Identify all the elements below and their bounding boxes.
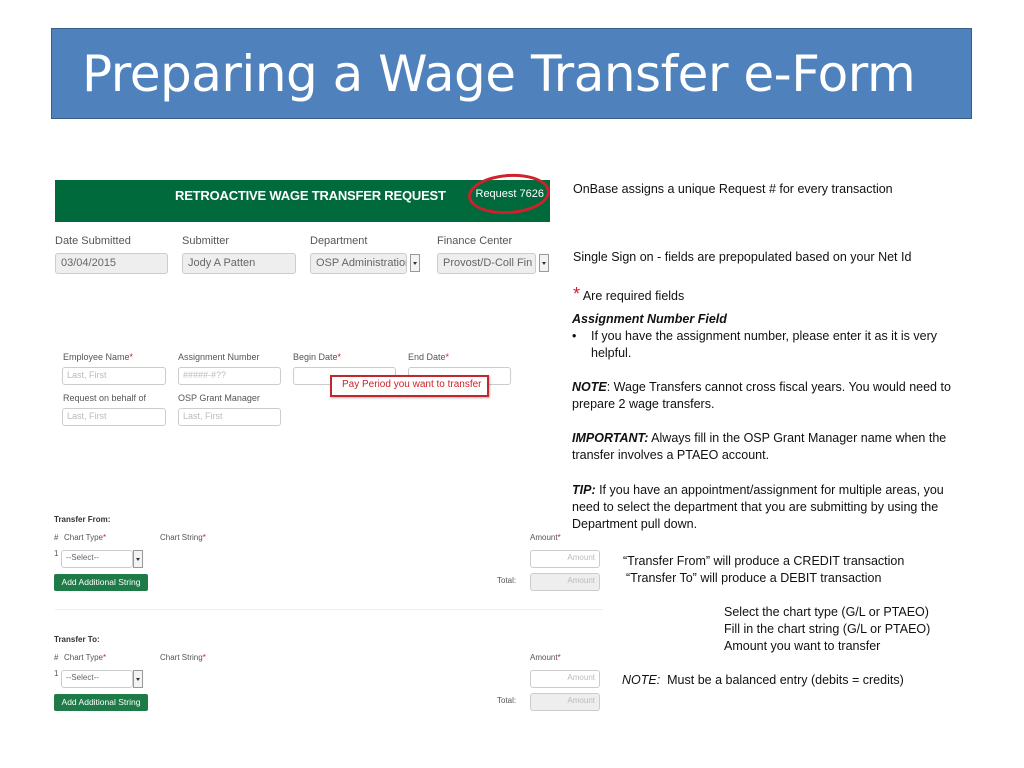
- transfer-from-heading: Transfer From:: [54, 515, 111, 524]
- step-item: Select the chart type (G/L or PTAEO): [724, 605, 929, 619]
- transfer-from-row-num: 1: [54, 549, 59, 558]
- transfer-to-amount-input[interactable]: Amount: [530, 670, 600, 688]
- transfer-from-col-chart-type: Chart Type*: [64, 533, 107, 542]
- submitter-field[interactable]: Jody A Patten: [182, 253, 296, 274]
- step-item: Amount you want to transfer: [724, 639, 881, 653]
- assignment-heading: Assignment Number Field: [572, 312, 727, 326]
- note-transfer-to: “Transfer To” will produce a DEBIT trans…: [626, 571, 882, 585]
- date-submitted-field[interactable]: 03/04/2015: [55, 253, 168, 274]
- finance-center-dropdown-icon[interactable]: [539, 254, 549, 272]
- employee-name-label: Employee Name*: [63, 352, 134, 362]
- transfer-to-heading: Transfer To:: [54, 635, 100, 644]
- note-fiscal-years: NOTE: Wage Transfers cannot cross fiscal…: [572, 380, 951, 411]
- transfer-from-col-chart-string: Chart String*: [160, 533, 206, 542]
- finance-center-label: Finance Center: [437, 235, 513, 247]
- transfer-to-chart-type-dropdown-icon[interactable]: [133, 670, 143, 688]
- transfer-to-col-num: #: [54, 653, 59, 662]
- submitter-label: Submitter: [182, 235, 230, 247]
- employee-name-input[interactable]: Last, First: [62, 367, 166, 385]
- date-submitted-label: Date Submitted: [55, 235, 131, 247]
- department-select[interactable]: OSP Administration: [310, 253, 407, 274]
- transfer-to-col-amount: Amount*: [530, 653, 561, 662]
- note-important: IMPORTANT: Always fill in the OSP Grant …: [572, 431, 947, 462]
- department-dropdown-icon[interactable]: [410, 254, 420, 272]
- transfer-from-chart-type-dropdown-icon[interactable]: [133, 550, 143, 568]
- end-date-label: End Date*: [408, 352, 450, 362]
- osp-grant-manager-label: OSP Grant Manager: [178, 393, 260, 403]
- transfer-from-col-amount: Amount*: [530, 533, 561, 542]
- transfer-from-total-field: Amount: [530, 573, 600, 591]
- note-single-sign-on: Single Sign on - fields are prepopulated…: [573, 250, 912, 264]
- note-steps: Select the chart type (G/L or PTAEO) Fil…: [724, 604, 930, 655]
- assignment-number-label: Assignment Number: [178, 352, 260, 362]
- note-tip: TIP: If you have an appointment/assignme…: [572, 483, 944, 531]
- transfer-from-total-label: Total:: [497, 576, 517, 585]
- note-onbase: OnBase assigns a unique Request # for ev…: [573, 182, 893, 196]
- step-item: Fill in the chart string (G/L or PTAEO): [724, 622, 931, 636]
- section-divider: [55, 609, 603, 610]
- transfer-from-col-num: #: [54, 533, 59, 542]
- transfer-to-total-label: Total:: [497, 696, 517, 705]
- osp-grant-manager-input[interactable]: Last, First: [178, 408, 281, 426]
- transfer-to-add-string-button[interactable]: Add Additional String: [54, 694, 148, 711]
- transfer-to-col-chart-string: Chart String*: [160, 653, 206, 662]
- begin-date-label: Begin Date*: [293, 352, 342, 362]
- transfer-from-amount-input[interactable]: Amount: [530, 550, 600, 568]
- note-required: * Are required fields: [573, 284, 685, 304]
- request-on-behalf-input[interactable]: Last, First: [62, 408, 166, 426]
- transfer-from-chart-type-select[interactable]: --Select--: [61, 550, 133, 568]
- transfer-to-row-num: 1: [54, 669, 59, 678]
- request-on-behalf-label: Request on behalf of: [63, 393, 147, 403]
- transfer-to-col-chart-type: Chart Type*: [64, 653, 107, 662]
- form-title: RETROACTIVE WAGE TRANSFER REQUEST: [175, 188, 446, 203]
- transfer-to-total-field: Amount: [530, 693, 600, 711]
- department-label: Department: [310, 235, 368, 247]
- slide-title: Preparing a Wage Transfer e-Form: [82, 45, 916, 103]
- transfer-from-add-string-button[interactable]: Add Additional String: [54, 574, 148, 591]
- required-star-icon: *: [573, 284, 581, 304]
- assignment-bullet: • If you have the assignment number, ple…: [572, 329, 938, 360]
- assignment-number-input[interactable]: #####-#??: [178, 367, 281, 385]
- note-transfer-from: “Transfer From” will produce a CREDIT tr…: [623, 554, 905, 568]
- pay-period-callout: Pay Period you want to transfer: [330, 375, 489, 397]
- note-assignment: Assignment Number Field • If you have th…: [572, 311, 962, 362]
- note-balanced-entry: NOTE: Must be a balanced entry (debits =…: [622, 673, 904, 687]
- finance-center-select[interactable]: Provost/D-Coll Fin Ct: [437, 253, 536, 274]
- slide-title-bar: Preparing a Wage Transfer e-Form: [51, 28, 972, 119]
- transfer-to-chart-type-select[interactable]: --Select--: [61, 670, 133, 688]
